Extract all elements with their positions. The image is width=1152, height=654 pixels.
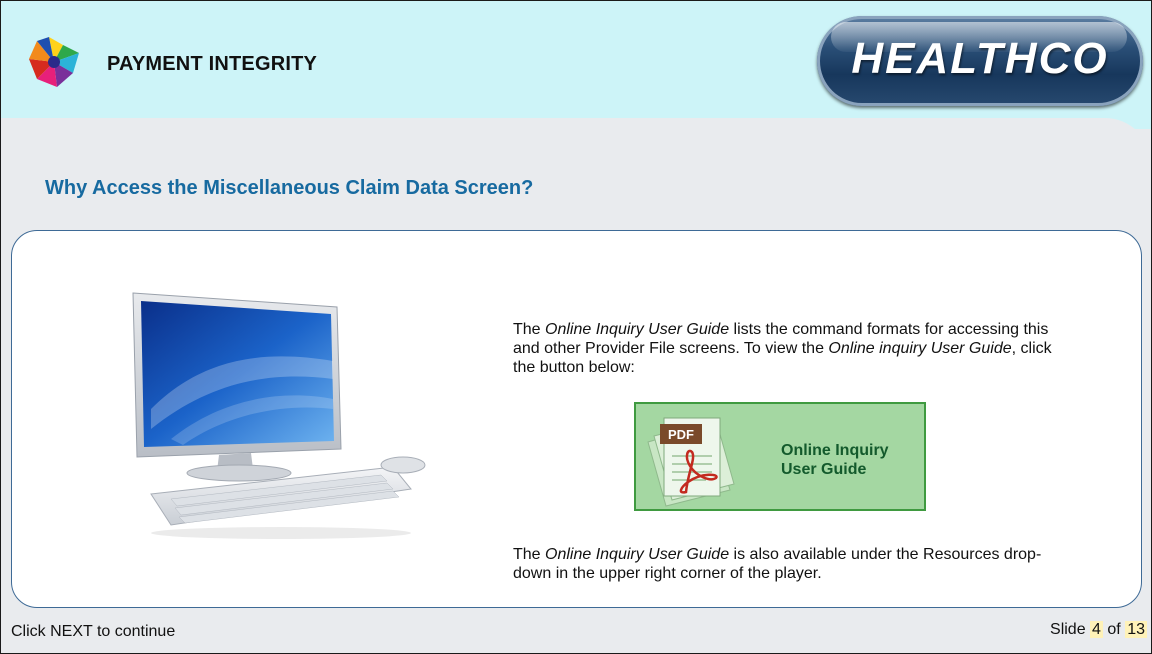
resources-guide-title-italic: Online Inquiry User Guide	[545, 546, 730, 563]
slide-counter-prefix: Slide	[1050, 621, 1086, 638]
slide-current-number: 4	[1090, 621, 1103, 638]
slide-player: PAYMENT INTEGRITY HEALTHCO Why Access th…	[0, 0, 1152, 654]
next-instruction: Click NEXT to continue	[11, 623, 176, 640]
pdf-badge-label: PDF	[668, 427, 694, 442]
guide-button-line-2: User Guide	[781, 461, 867, 478]
intro-paragraph: The Online Inquiry User Guide lists the …	[513, 320, 1053, 377]
slide-total-number: 13	[1125, 621, 1147, 638]
pinwheel-logo-icon	[29, 37, 79, 87]
header-bar: PAYMENT INTEGRITY HEALTHCO	[1, 1, 1151, 129]
guide-button-label: Online Inquiry User Guide	[781, 441, 921, 479]
healthco-logo: HEALTHCO	[817, 16, 1143, 106]
pdf-document-icon: PDF	[647, 417, 735, 507]
online-inquiry-user-guide-button[interactable]: PDF Online Inquiry User Guide	[634, 402, 926, 511]
brand-title: PAYMENT INTEGRITY	[107, 53, 318, 75]
resources-text-1: The	[513, 546, 546, 563]
guide-button-line-1: Online Inquiry	[781, 442, 889, 459]
slide-counter-of: of	[1107, 621, 1121, 638]
guide-title-italic: Online Inquiry User Guide	[545, 321, 730, 338]
slide-heading: Why Access the Miscellaneous Claim Data …	[45, 177, 534, 199]
healthco-logo-text: HEALTHCO	[851, 34, 1109, 83]
intro-text-1: The	[513, 321, 546, 338]
desktop-computer-illustration	[132, 292, 426, 539]
guide-title-italic-2: Online inquiry User Guide	[828, 340, 1012, 357]
slide-counter: Slide 4 of 13	[1050, 621, 1147, 639]
resources-paragraph: The Online Inquiry User Guide is also av…	[513, 545, 1053, 583]
